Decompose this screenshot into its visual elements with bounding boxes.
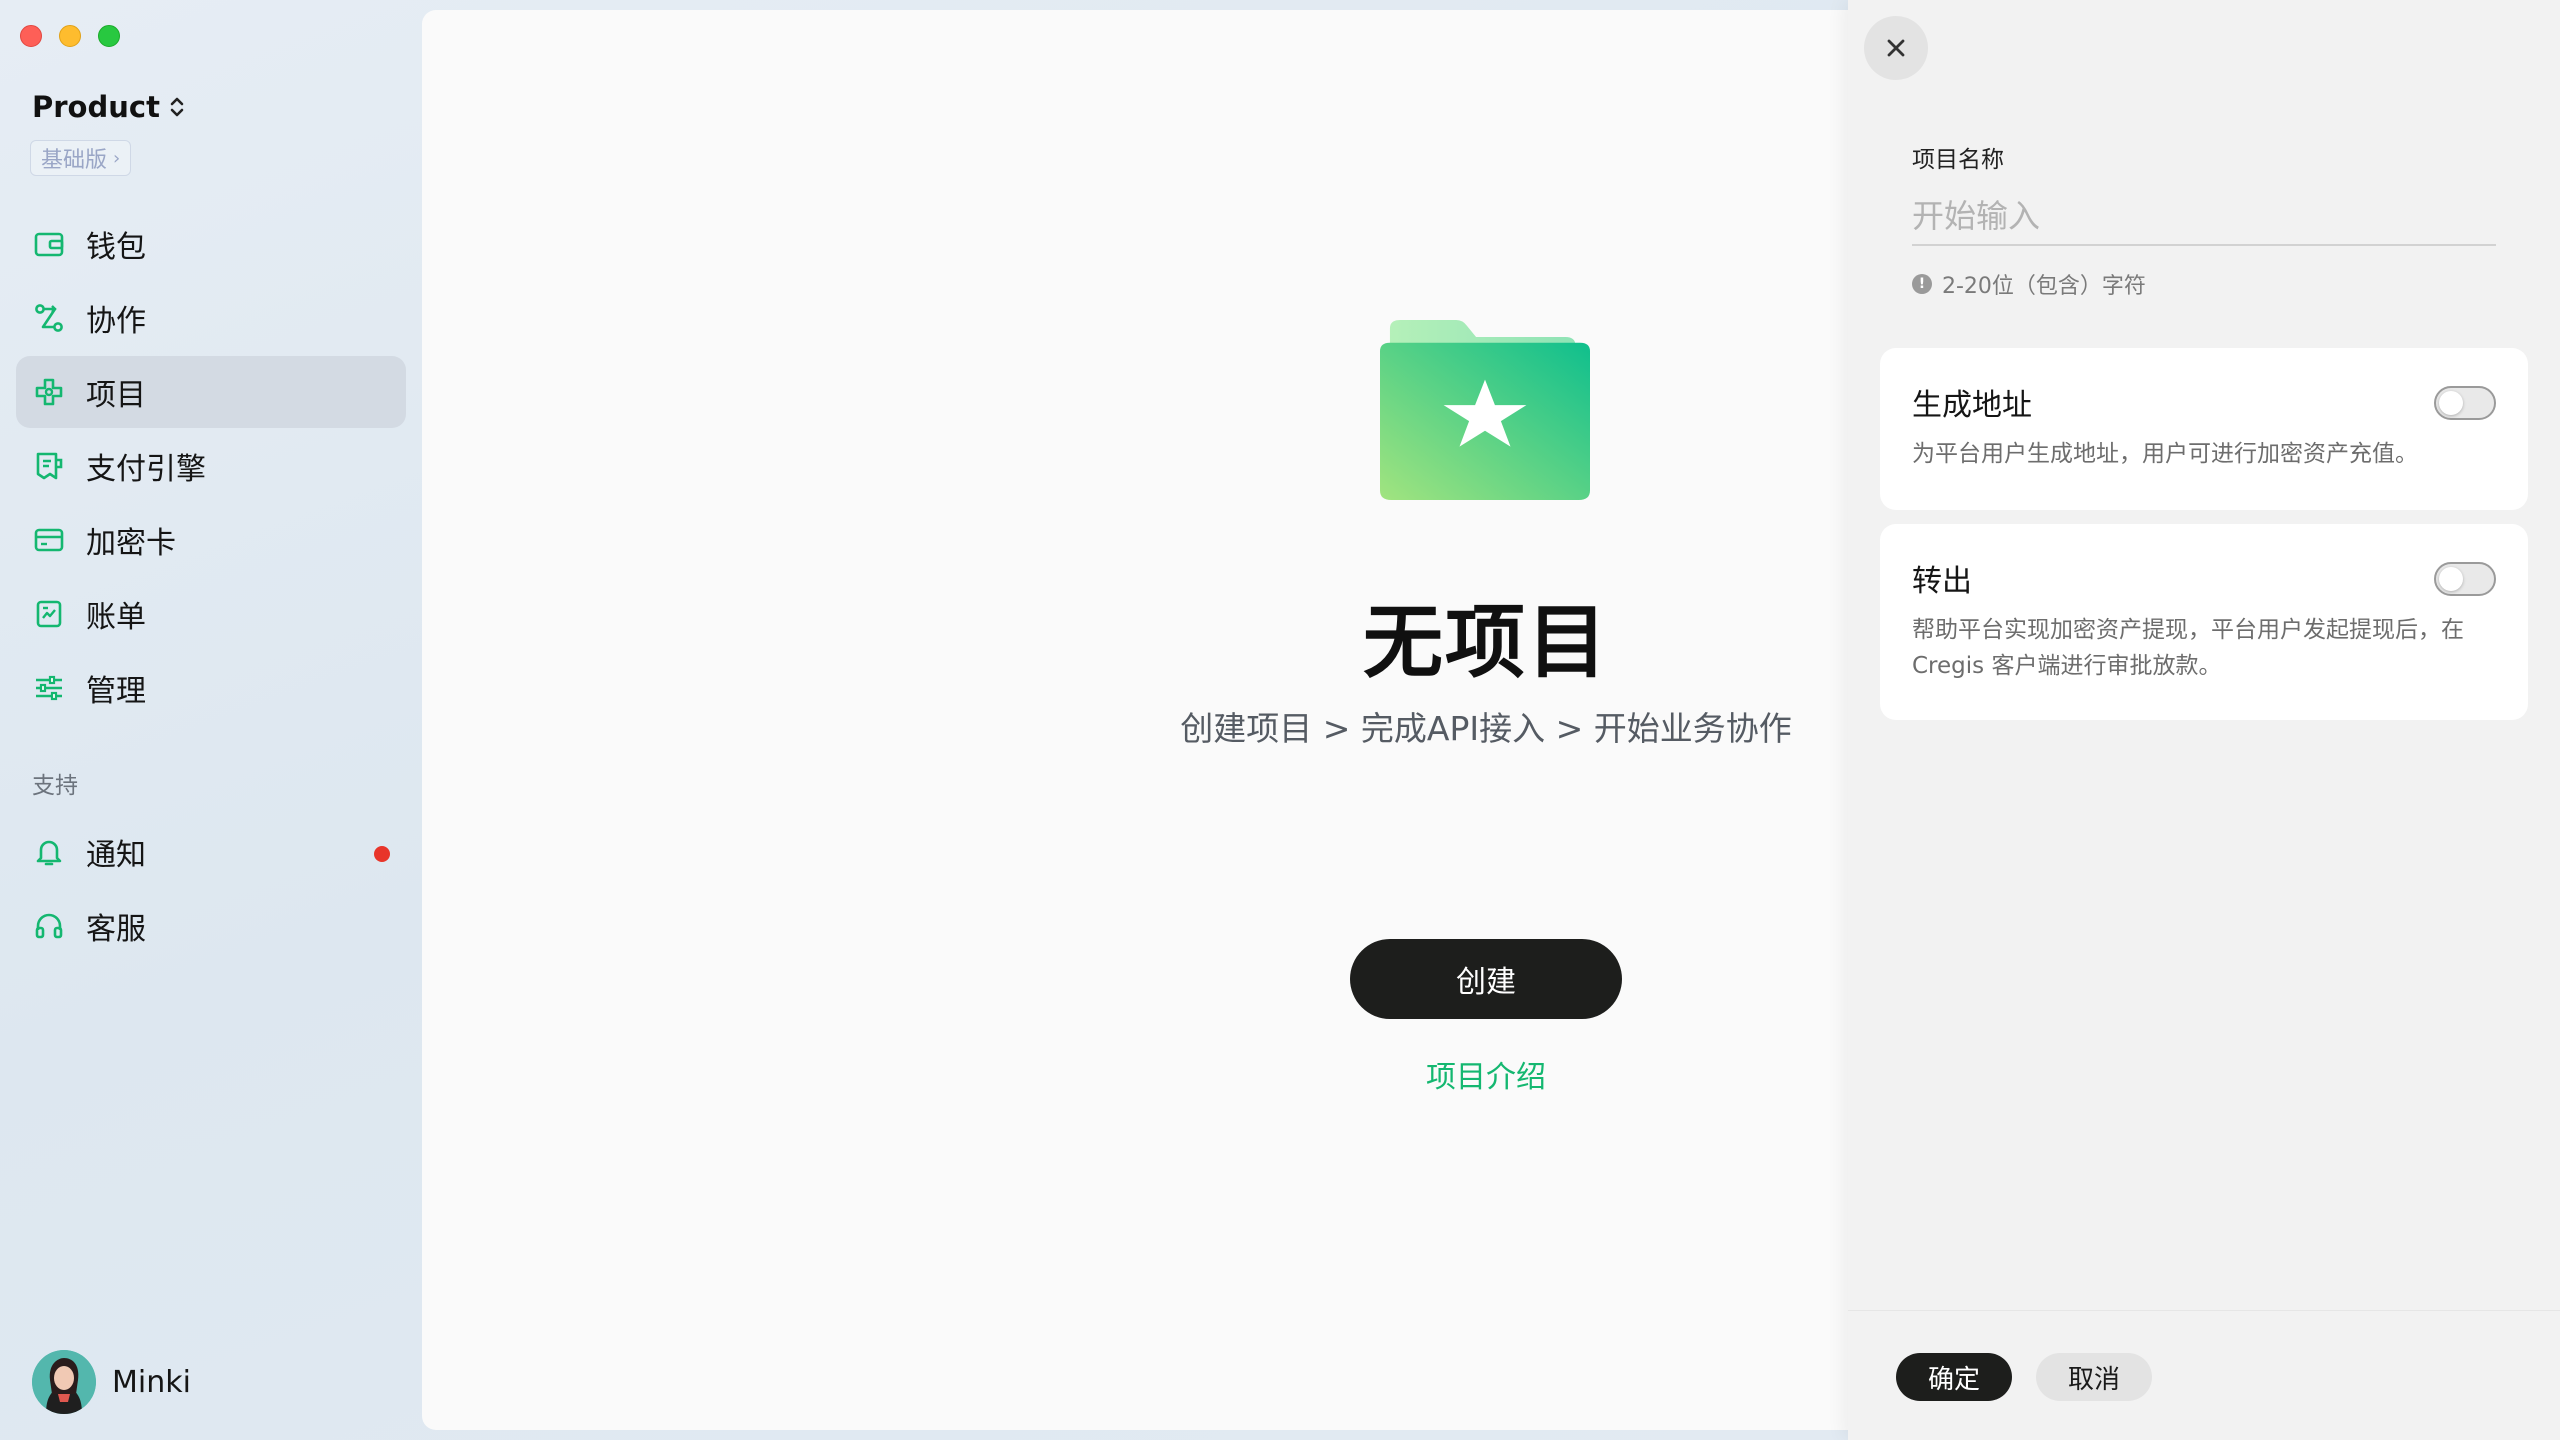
create-project-drawer: 项目名称 ! 2-20位（包含）字符 生成地址 为平台用户生成地址，用户可进行加… bbox=[1848, 0, 2560, 1440]
toggle-knob bbox=[2439, 567, 2463, 591]
support-section-label: 支持 bbox=[32, 773, 78, 799]
create-project-button[interactable]: 创建 bbox=[1350, 939, 1622, 1019]
sidebar-item-management[interactable]: 管理 bbox=[16, 652, 406, 724]
project-name-input[interactable] bbox=[1912, 188, 2496, 246]
option-card-transfer-out: 转出 帮助平台实现加密资产提现，平台用户发起提现后，在 Cregis 客户端进行… bbox=[1880, 524, 2528, 720]
bell-icon bbox=[32, 835, 66, 869]
sidebar-item-bill[interactable]: 账单 bbox=[16, 578, 406, 650]
sidebar-item-notifications[interactable]: 通知 bbox=[16, 816, 406, 888]
close-icon bbox=[1887, 39, 1905, 57]
sidebar-item-label: 项目 bbox=[86, 378, 146, 413]
sidebar-item-label: 通知 bbox=[86, 838, 146, 873]
toggle-knob bbox=[2439, 391, 2463, 415]
option-description: 为平台用户生成地址，用户可进行加密资产充值。 bbox=[1912, 441, 2418, 467]
sidebar-item-label: 客服 bbox=[86, 912, 146, 947]
close-drawer-button[interactable] bbox=[1864, 16, 1928, 80]
drawer-footer: 确定 取消 bbox=[1848, 1310, 2560, 1440]
support-nav: 通知 客服 bbox=[16, 816, 406, 964]
wallet-icon bbox=[32, 227, 66, 261]
bill-icon bbox=[32, 597, 66, 631]
sidebar-item-label: 管理 bbox=[86, 674, 146, 709]
sidebar: Product 基础版 › 钱包 协作 项目 支付引擎 加密卡 账单 管理 支持… bbox=[0, 0, 420, 1440]
sidebar-item-card[interactable]: 加密卡 bbox=[16, 504, 406, 576]
info-icon: ! bbox=[1912, 274, 1932, 294]
workspace-switcher[interactable]: Product bbox=[32, 90, 186, 124]
confirm-button[interactable]: 确定 bbox=[1896, 1353, 2012, 1401]
transfer-out-toggle[interactable] bbox=[2434, 562, 2496, 596]
user-name: Minki bbox=[112, 1364, 191, 1400]
empty-state-title: 无项目 bbox=[1363, 596, 1609, 689]
user-profile[interactable]: Minki bbox=[32, 1350, 191, 1414]
workspace-name: Product bbox=[32, 90, 160, 124]
option-title: 生成地址 bbox=[1912, 388, 2032, 423]
cancel-button[interactable]: 取消 bbox=[2036, 1353, 2152, 1401]
project-name-hint: ! 2-20位（包含）字符 bbox=[1912, 268, 2146, 300]
sidebar-item-label: 加密卡 bbox=[86, 526, 176, 561]
sidebar-item-support[interactable]: 客服 bbox=[16, 890, 406, 962]
option-description: 帮助平台实现加密资产提现，平台用户发起提现后，在 Cregis 客户端进行审批放… bbox=[1912, 617, 2464, 679]
empty-state-subtitle: 创建项目 > 完成API接入 > 开始业务协作 bbox=[1180, 709, 1792, 748]
avatar bbox=[32, 1350, 96, 1414]
project-name-hint-text: 2-20位（包含）字符 bbox=[1942, 274, 2146, 299]
option-title: 转出 bbox=[1912, 564, 1972, 599]
sidebar-item-project[interactable]: 项目 bbox=[16, 356, 406, 428]
plan-badge[interactable]: 基础版 › bbox=[30, 140, 132, 176]
sidebar-item-label: 支付引擎 bbox=[86, 452, 206, 487]
project-intro-link[interactable]: 项目介绍 bbox=[1350, 1052, 1622, 1096]
headset-icon bbox=[32, 909, 66, 943]
card-icon bbox=[32, 523, 66, 557]
generate-address-toggle[interactable] bbox=[2434, 386, 2496, 420]
sidebar-item-payment-engine[interactable]: 支付引擎 bbox=[16, 430, 406, 502]
sidebar-item-label: 协作 bbox=[86, 304, 146, 339]
sliders-icon bbox=[32, 671, 66, 705]
sidebar-item-wallet[interactable]: 钱包 bbox=[16, 208, 406, 280]
project-icon bbox=[32, 375, 66, 409]
sidebar-item-label: 钱包 bbox=[86, 230, 146, 265]
plan-badge-label: 基础版 bbox=[41, 148, 108, 173]
payment-engine-icon bbox=[32, 449, 66, 483]
main-nav: 钱包 协作 项目 支付引擎 加密卡 账单 管理 bbox=[16, 208, 406, 726]
chevron-right-icon: › bbox=[113, 147, 121, 169]
sidebar-item-label: 账单 bbox=[86, 600, 146, 635]
notification-badge bbox=[374, 846, 390, 862]
sidebar-item-collaboration[interactable]: 协作 bbox=[16, 282, 406, 354]
chevron-up-down-icon bbox=[170, 97, 184, 117]
folder-star-icon bbox=[1380, 320, 1590, 500]
option-card-generate-address: 生成地址 为平台用户生成地址，用户可进行加密资产充值。 bbox=[1880, 348, 2528, 510]
collaboration-icon bbox=[32, 301, 66, 335]
project-name-label: 项目名称 bbox=[1912, 147, 2004, 173]
